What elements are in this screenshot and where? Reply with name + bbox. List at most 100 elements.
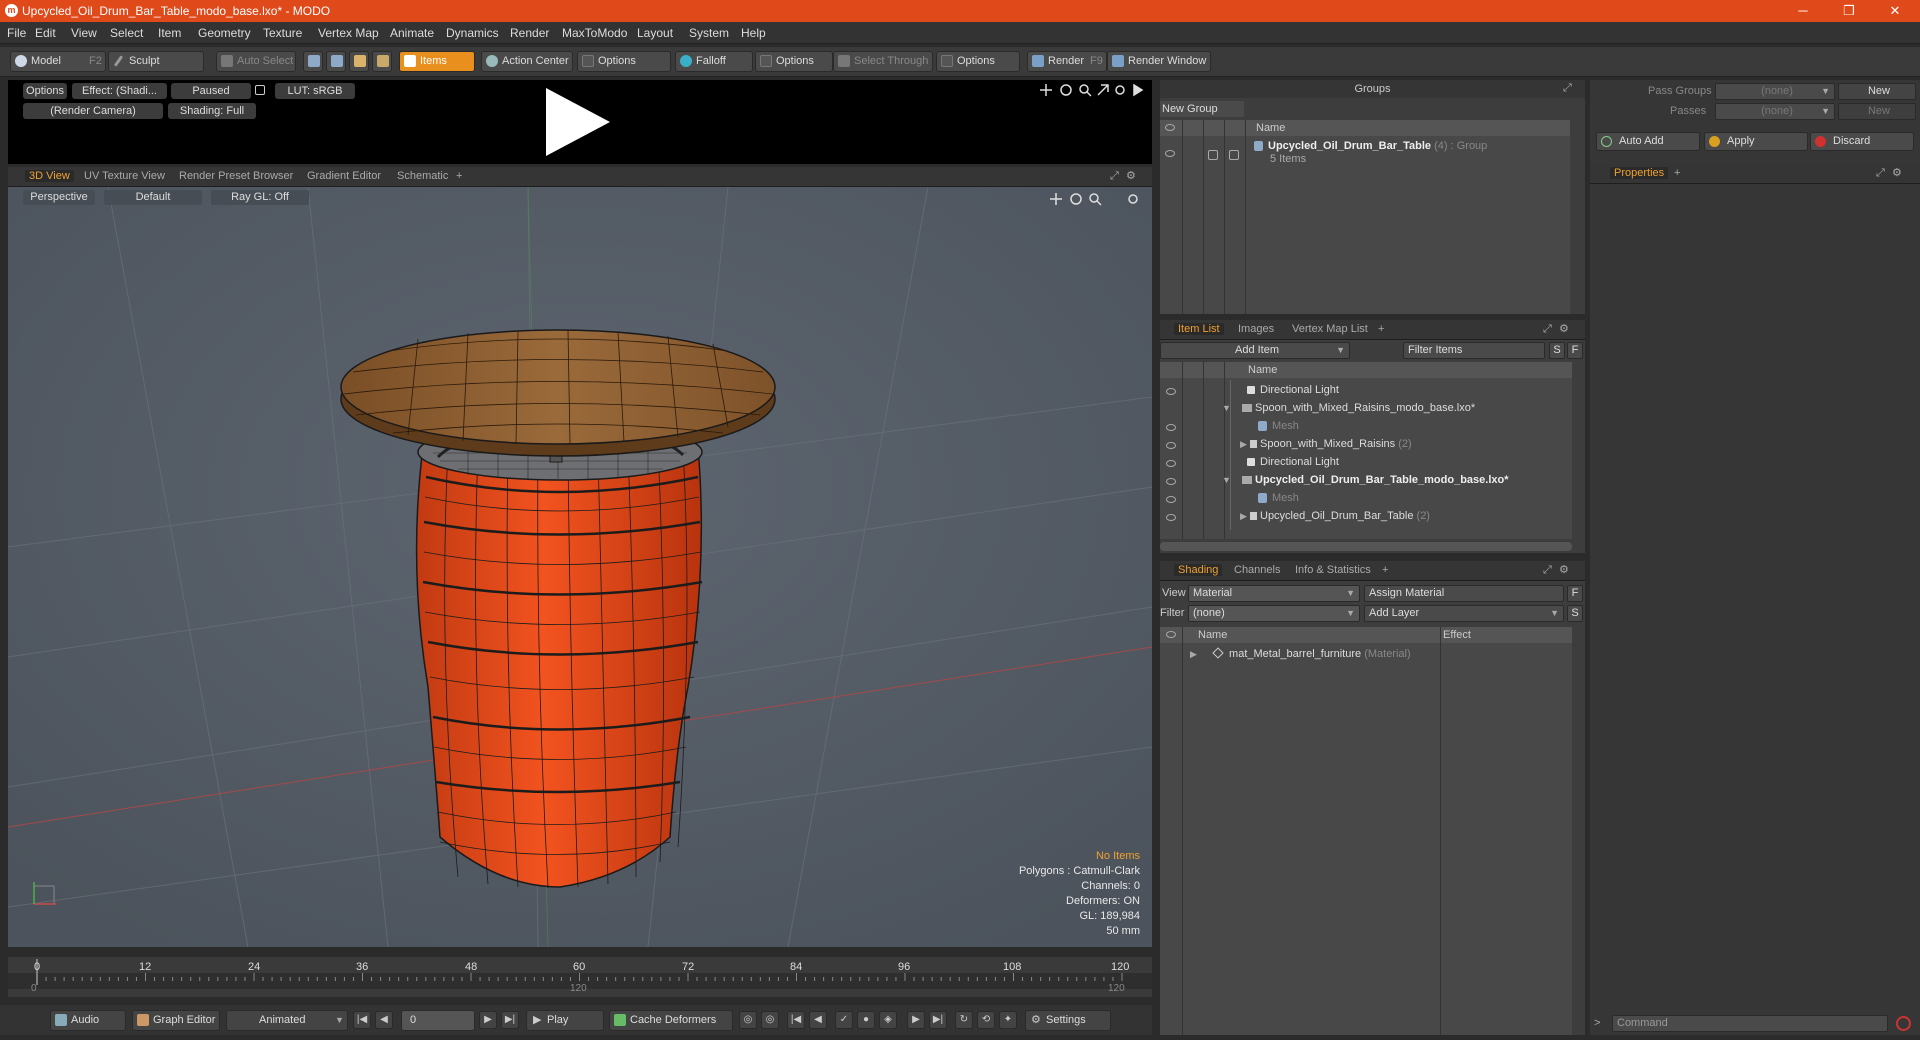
visibility-eye-icon[interactable] — [1166, 496, 1176, 503]
item-row-spoon-group[interactable]: ▶ Spoon_with_Mixed_Raisins (2) — [1240, 435, 1412, 453]
auto-add-button[interactable]: Auto Add — [1596, 132, 1700, 151]
lock-icon[interactable] — [255, 85, 265, 95]
render-button[interactable]: Render F9 — [1027, 51, 1107, 72]
tab-images[interactable]: Images — [1238, 323, 1274, 335]
filter-dropdown[interactable]: (none) ▼ — [1188, 605, 1360, 622]
menu-view[interactable]: View — [71, 26, 97, 40]
tab-3d-view[interactable]: 3D View — [25, 170, 74, 182]
default-dropdown[interactable]: Default — [104, 190, 202, 205]
gear-icon[interactable]: ⚙ — [1559, 563, 1569, 576]
shading-dropdown[interactable]: Shading: Full — [168, 103, 256, 119]
visibility-eye-icon[interactable] — [1166, 478, 1176, 485]
menu-dynamics[interactable]: Dynamics — [446, 26, 499, 40]
sync-icon[interactable]: ⟲ — [977, 1011, 995, 1029]
discard-button[interactable]: Discard — [1810, 132, 1914, 151]
key-icon[interactable]: ◎ — [739, 1011, 757, 1029]
cache-deformers-button[interactable]: Cache Deformers — [609, 1010, 733, 1031]
graph-editor-button[interactable]: Graph Editor — [132, 1010, 220, 1031]
view-dropdown[interactable]: Material ▼ — [1188, 585, 1360, 602]
frame-input[interactable]: 0 — [401, 1010, 475, 1031]
add-tab-button[interactable]: + — [1382, 564, 1388, 576]
step-back-icon[interactable]: ◀ — [375, 1011, 393, 1029]
add-tab-button[interactable]: + — [456, 170, 462, 182]
restore-button[interactable]: ❐ — [1834, 2, 1864, 20]
tab-shading[interactable]: Shading — [1174, 564, 1223, 576]
loop-icon[interactable]: ↻ — [955, 1011, 973, 1029]
shading-s-button[interactable]: S — [1567, 605, 1583, 622]
passes-new-button[interactable]: New — [1838, 103, 1916, 120]
minimize-button[interactable]: ─ — [1788, 2, 1818, 20]
record-icon[interactable]: ● — [857, 1011, 875, 1029]
auto-select-button[interactable]: Auto Select — [216, 51, 296, 72]
tab-channels[interactable]: Channels — [1234, 564, 1280, 576]
expand-icon[interactable]: ⤢ — [1563, 82, 1572, 95]
pass-groups-dropdown[interactable]: (none) ▼ — [1715, 83, 1835, 100]
tab-render-preset-browser[interactable]: Render Preset Browser — [179, 170, 293, 182]
item-row-mesh[interactable]: Mesh — [1258, 489, 1299, 507]
add-tab-button[interactable]: + — [1674, 167, 1680, 179]
menu-render[interactable]: Render — [510, 26, 549, 40]
key-set-icon[interactable]: ✓ — [835, 1011, 853, 1029]
sculpt-mode-button[interactable]: Sculpt — [108, 51, 204, 72]
menu-geometry[interactable]: Geometry — [198, 26, 251, 40]
item-row-drum-group[interactable]: ▶ Upcycled_Oil_Drum_Bar_Table (2) — [1240, 507, 1430, 525]
gear-icon[interactable]: ⚙ — [1126, 169, 1136, 182]
visibility-eye-icon[interactable] — [1166, 631, 1176, 638]
expand-icon[interactable]: ⤢ — [1110, 170, 1119, 183]
prev-frame-icon[interactable]: ◀ — [809, 1011, 827, 1029]
menu-item[interactable]: Item — [158, 26, 181, 40]
falloff-options-button[interactable]: Options — [755, 51, 833, 72]
items-mode-button[interactable]: Items — [399, 51, 475, 72]
preview-nav-icons[interactable] — [1038, 83, 1148, 97]
menu-animate[interactable]: Animate — [390, 26, 434, 40]
item-row-directional-light[interactable]: Directional Light — [1247, 453, 1339, 471]
menu-maxtomodo[interactable]: MaxToModo — [562, 26, 627, 40]
menu-file[interactable]: File — [7, 26, 26, 40]
menu-layout[interactable]: Layout — [637, 26, 673, 40]
visibility-eye-icon[interactable] — [1165, 124, 1175, 131]
play-button[interactable]: ▶ Play — [526, 1010, 604, 1031]
passes-dropdown[interactable]: (none) ▼ — [1715, 103, 1835, 120]
go-to-end-icon[interactable]: ▶| — [501, 1011, 519, 1029]
action-center-button[interactable]: Action Center — [481, 51, 573, 72]
filter-s-button[interactable]: S — [1549, 342, 1565, 359]
visibility-eye-icon[interactable] — [1166, 388, 1176, 395]
apply-button[interactable]: Apply — [1704, 132, 1808, 151]
item-row-drum-scene[interactable]: ▼ Upcycled_Oil_Drum_Bar_Table_modo_base.l… — [1222, 471, 1509, 489]
shading-f-button[interactable]: F — [1567, 585, 1583, 602]
add-layer-dropdown[interactable]: Add Layer ▼ — [1364, 605, 1564, 622]
tab-uv-texture-view[interactable]: UV Texture View — [84, 170, 165, 182]
expand-icon[interactable]: ⤢ — [1876, 167, 1885, 180]
settings-button[interactable]: ⚙ Settings — [1025, 1010, 1111, 1031]
menu-select[interactable]: Select — [110, 26, 143, 40]
add-item-dropdown[interactable]: Add Item ▼ — [1160, 342, 1350, 359]
edges-select-button[interactable] — [326, 51, 346, 72]
raygl-dropdown[interactable]: Ray GL: Off — [211, 190, 309, 205]
falloff-button[interactable]: Falloff — [675, 51, 753, 72]
next-key-icon[interactable]: ▶| — [929, 1011, 947, 1029]
constraint-icon[interactable]: ◎ — [761, 1011, 779, 1029]
visibility-eye-icon[interactable] — [1166, 460, 1176, 467]
go-to-start-icon[interactable]: |◀ — [353, 1011, 371, 1029]
render-window-button[interactable]: Render Window — [1107, 51, 1211, 72]
effect-dropdown[interactable]: Effect: (Shadi... — [72, 83, 167, 99]
command-input[interactable]: Command — [1612, 1015, 1888, 1032]
lut-dropdown[interactable]: LUT: sRGB — [275, 83, 355, 99]
3d-viewport[interactable]: Perspective Default Ray GL: Off No Items… — [8, 187, 1152, 947]
viewport-nav-icons[interactable] — [1048, 192, 1148, 206]
visibility-eye-icon[interactable] — [1166, 514, 1176, 521]
menu-texture[interactable]: Texture — [263, 26, 302, 40]
key-filter-icon[interactable]: ◈ — [879, 1011, 897, 1029]
timeline[interactable]: 0 12 24 36 48 60 72 84 96 108 120 0 120 … — [8, 957, 1152, 997]
select-through-button[interactable]: Select Through — [833, 51, 933, 72]
tab-vertex-map-list[interactable]: Vertex Map List — [1292, 323, 1368, 335]
add-tab-button[interactable]: + — [1378, 323, 1384, 335]
material-row[interactable]: ▶ mat_Metal_barrel_furniture (Material) — [1190, 645, 1411, 663]
perspective-dropdown[interactable]: Perspective — [23, 190, 95, 205]
snap-icon[interactable]: ✦ — [999, 1011, 1017, 1029]
lock-checkbox[interactable] — [1208, 150, 1218, 160]
expand-icon[interactable]: ⤢ — [1543, 323, 1552, 336]
pass-group-new-button[interactable]: New — [1838, 83, 1916, 100]
filter-items-input[interactable]: Filter Items — [1403, 342, 1545, 359]
item-row-spoon-scene[interactable]: ▼ Spoon_with_Mixed_Raisins_modo_base.lxo* — [1222, 399, 1475, 417]
